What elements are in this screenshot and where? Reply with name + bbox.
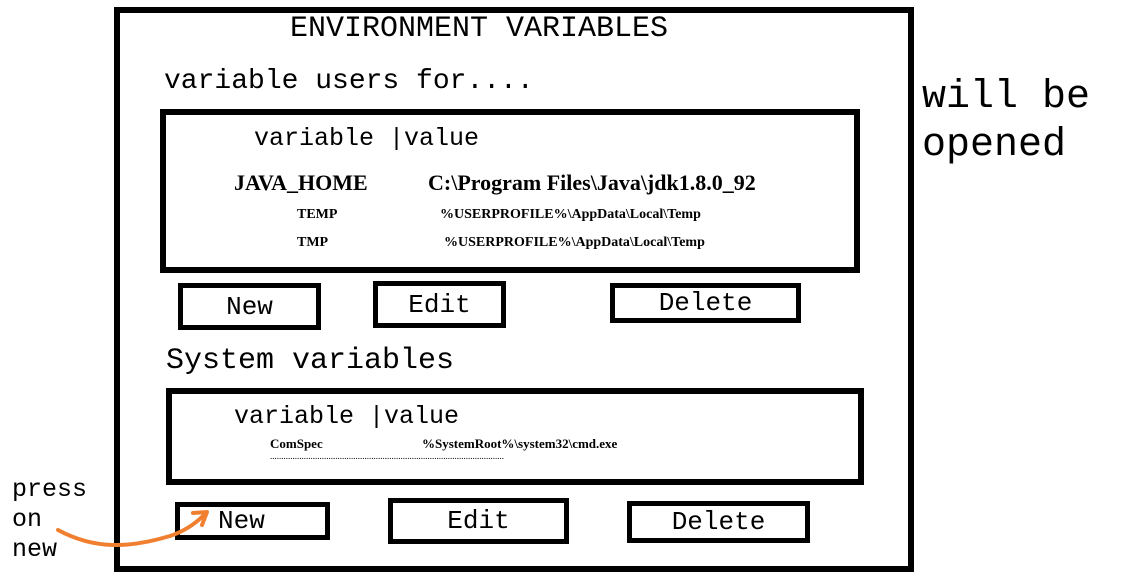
pointer-arrow bbox=[56, 510, 209, 548]
arrow-stroke bbox=[56, 513, 206, 548]
